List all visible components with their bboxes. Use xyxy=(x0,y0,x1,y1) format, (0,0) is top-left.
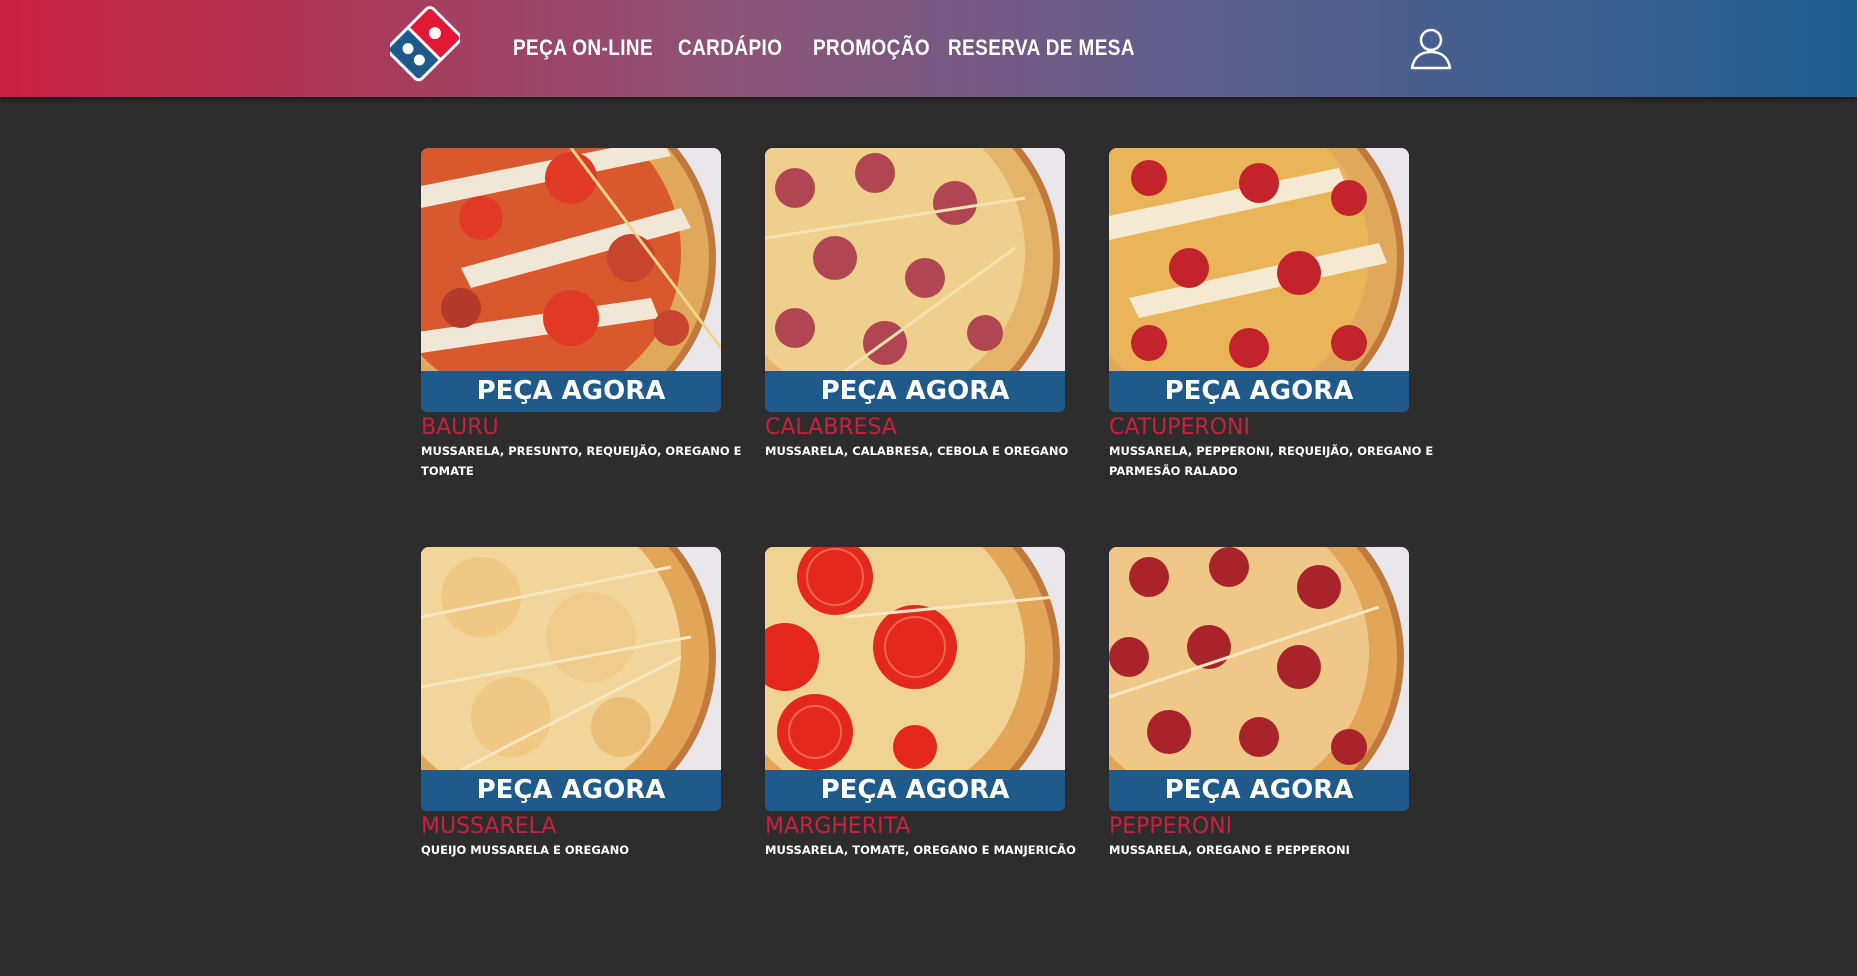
product-description: MUSSARELA, OREGANO E PEPPERONI xyxy=(1109,843,1350,857)
order-now-button[interactable]: PEÇA AGORA xyxy=(765,770,1065,811)
product-name: PEPPERONI xyxy=(1109,814,1233,839)
pizza-bauru-image xyxy=(421,148,721,371)
product-description: MUSSARELA, TOMATE, OREGANO E MANJERICÃO xyxy=(765,843,1076,857)
pizza-mussarela-image xyxy=(421,547,721,770)
order-now-button[interactable]: PEÇA AGORA xyxy=(1109,770,1409,811)
order-now-button[interactable]: PEÇA AGORA xyxy=(421,371,721,412)
nav-peca-online[interactable]: PEÇA ON-LINE xyxy=(513,34,655,62)
user-icon[interactable] xyxy=(1408,26,1454,72)
product-name: CATUPERONI xyxy=(1109,415,1250,440)
product-card-calabresa: PEÇA AGORA CALABRESA MUSSARELA, CALABRES… xyxy=(765,148,1068,461)
domino-logo-icon[interactable] xyxy=(390,5,460,83)
main-nav: PEÇA ON-LINE CARDÁPIO PROMOÇÃO RESERVA D… xyxy=(513,34,1148,62)
product-card-pepperoni: PEÇA AGORA PEPPERONI MUSSARELA, OREGANO … xyxy=(1109,547,1409,860)
nav-promocao[interactable]: PROMOÇÃO xyxy=(813,34,930,62)
nav-reserva-de-mesa[interactable]: RESERVA DE MESA xyxy=(948,34,1134,62)
pizza-calabresa-image xyxy=(765,148,1065,371)
order-now-button[interactable]: PEÇA AGORA xyxy=(765,371,1065,412)
order-now-button[interactable]: PEÇA AGORA xyxy=(421,770,721,811)
nav-cardapio[interactable]: CARDÁPIO xyxy=(678,34,794,62)
product-name: CALABRESA xyxy=(765,415,897,440)
product-name: MUSSARELA xyxy=(421,814,557,839)
product-description: MUSSARELA, PRESUNTO, REQUEIJÃO, OREGANO … xyxy=(421,444,742,478)
pizza-catuperoni-image xyxy=(1109,148,1409,371)
product-description: MUSSARELA, CALABRESA, CEBOLA E OREGANO xyxy=(765,444,1069,458)
product-card-mussarela: PEÇA AGORA MUSSARELA QUEIJO MUSSARELA E … xyxy=(421,547,721,860)
top-navbar: PEÇA ON-LINE CARDÁPIO PROMOÇÃO RESERVA D… xyxy=(0,0,1857,97)
product-description: MUSSARELA, PEPPERONI, REQUEIJÃO, OREGANO… xyxy=(1109,444,1434,478)
pizza-margherita-image xyxy=(765,547,1065,770)
order-now-button[interactable]: PEÇA AGORA xyxy=(1109,371,1409,412)
product-card-catuperoni: PEÇA AGORA CATUPERONI MUSSARELA, PEPPERO… xyxy=(1109,148,1433,481)
product-name: MARGHERITA xyxy=(765,814,911,839)
pizza-pepperoni-image xyxy=(1109,547,1409,770)
product-description: QUEIJO MUSSARELA E OREGANO xyxy=(421,843,630,857)
product-card-bauru: PEÇA AGORA BAURU MUSSARELA, PRESUNTO, RE… xyxy=(421,148,742,481)
product-card-margherita: PEÇA AGORA MARGHERITA MUSSARELA, TOMATE,… xyxy=(765,547,1076,860)
product-name: BAURU xyxy=(421,415,499,440)
